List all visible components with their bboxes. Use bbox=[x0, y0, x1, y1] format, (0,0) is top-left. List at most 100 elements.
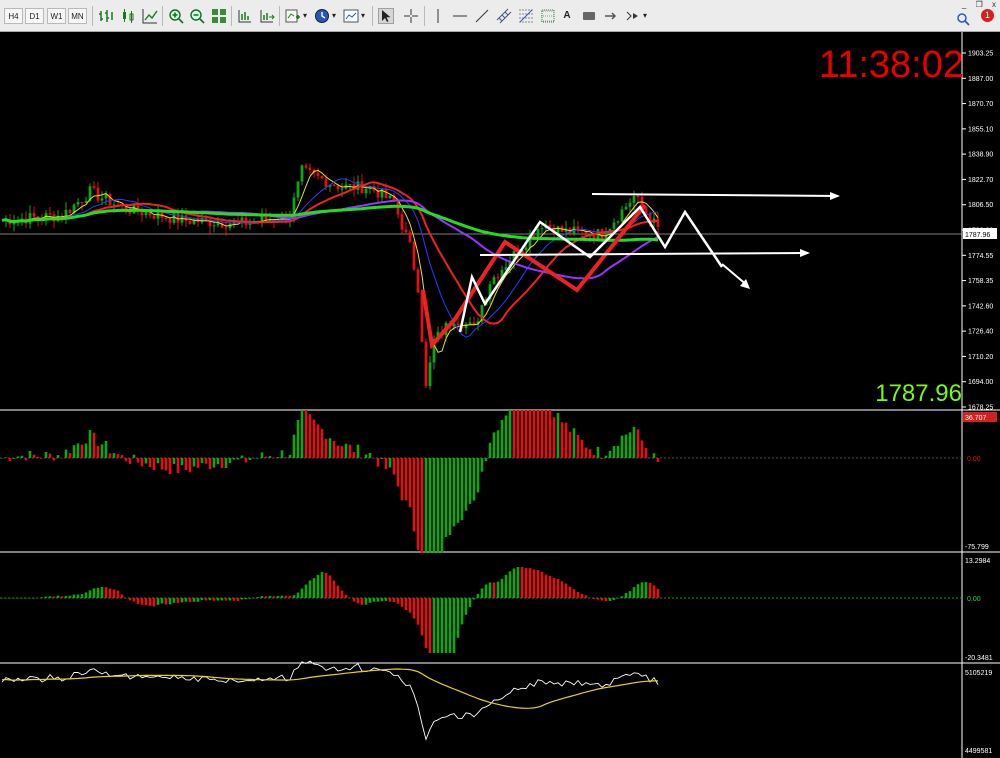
timeframe-d1-button[interactable]: D1 bbox=[25, 8, 44, 24]
timeframe-w1-button[interactable]: W1 bbox=[47, 8, 66, 24]
macd-bar bbox=[552, 417, 556, 458]
text-label-icon[interactable] bbox=[581, 8, 597, 24]
osma-bar bbox=[20, 598, 24, 599]
chevron-down-icon[interactable]: ▾ bbox=[331, 8, 337, 24]
text-tool-button[interactable]: A bbox=[560, 8, 574, 24]
osma-bar bbox=[124, 598, 128, 599]
macd-bar bbox=[560, 422, 564, 458]
templates-icon[interactable] bbox=[343, 8, 359, 24]
periods-clock-icon[interactable] bbox=[314, 8, 330, 24]
bar-chart-icon[interactable] bbox=[98, 8, 114, 24]
macd-bar bbox=[576, 434, 580, 458]
chevron-down-icon[interactable]: ▾ bbox=[360, 8, 366, 24]
trendline-icon[interactable] bbox=[474, 8, 490, 24]
close-button[interactable]: x bbox=[992, 0, 996, 9]
osma-bar bbox=[144, 598, 148, 606]
timeframe-h4-button[interactable]: H4 bbox=[4, 8, 23, 24]
osma-bar bbox=[348, 597, 352, 599]
notification-badge[interactable]: 1 bbox=[981, 9, 994, 22]
osma-bar bbox=[220, 598, 224, 601]
macd-bar bbox=[380, 458, 384, 460]
arrows-objects-icon[interactable] bbox=[625, 8, 641, 24]
macd-bar bbox=[216, 458, 220, 465]
osma-bar bbox=[416, 598, 420, 625]
osma-bar bbox=[364, 598, 368, 605]
macd-bar bbox=[444, 458, 448, 537]
candle-body bbox=[96, 187, 100, 201]
osma-bar bbox=[396, 598, 400, 604]
osma-bar bbox=[288, 595, 292, 598]
chart-area[interactable]: 1903.25 1887.00 1870.70 1855.10 1838.90 1822.… bbox=[0, 32, 1000, 758]
auto-scroll-icon[interactable] bbox=[259, 8, 275, 24]
osma-bar bbox=[516, 567, 520, 598]
osma-bar bbox=[52, 596, 56, 598]
macd-bar bbox=[436, 458, 440, 553]
osma-bar bbox=[32, 597, 36, 599]
osma-bar bbox=[100, 587, 104, 598]
price-axis-label: 1855.10 bbox=[968, 126, 993, 133]
osma-bar bbox=[320, 572, 324, 598]
restore-button[interactable]: ❐ bbox=[976, 0, 983, 9]
candle-body bbox=[320, 175, 324, 179]
chart-background bbox=[0, 32, 1000, 758]
candle-body bbox=[100, 198, 104, 201]
macd-bar bbox=[420, 458, 424, 553]
candle-body bbox=[540, 228, 544, 230]
osma-bar bbox=[656, 588, 660, 598]
macd-bar bbox=[564, 422, 568, 458]
cursor-tool-icon[interactable] bbox=[378, 8, 394, 24]
candle-body bbox=[364, 188, 368, 194]
horizontal-line-icon[interactable] bbox=[452, 8, 468, 24]
crosshair-icon[interactable] bbox=[403, 8, 419, 24]
clock-display: 11:38:02 bbox=[818, 44, 964, 86]
candle-body bbox=[28, 213, 32, 224]
osma-bar bbox=[304, 584, 308, 598]
osma-bar bbox=[272, 596, 276, 598]
osma-bar bbox=[612, 598, 616, 600]
macd-bar bbox=[496, 430, 500, 458]
macd-bar bbox=[20, 455, 24, 458]
osma-bar bbox=[488, 582, 492, 598]
macd-bar bbox=[132, 454, 136, 458]
chart-shift-icon[interactable] bbox=[237, 8, 253, 24]
toolbar-separator bbox=[279, 6, 280, 26]
indicators-icon[interactable] bbox=[285, 8, 301, 24]
arrow-mark-icon[interactable] bbox=[603, 8, 619, 24]
indicator1-mid-label: 0.00 bbox=[967, 456, 981, 463]
timeframe-mn-button[interactable]: MN bbox=[68, 8, 87, 24]
candlestick-chart-icon[interactable] bbox=[120, 8, 136, 24]
zoom-in-icon[interactable] bbox=[168, 8, 184, 24]
osma-bar bbox=[224, 598, 228, 601]
osma-bar bbox=[84, 592, 88, 598]
osma-bar bbox=[292, 595, 296, 598]
osma-bar bbox=[548, 575, 552, 598]
osma-bar bbox=[228, 598, 232, 601]
zoom-out-icon[interactable] bbox=[189, 8, 205, 24]
osma-bar bbox=[104, 587, 108, 598]
equidistant-channel-icon[interactable] bbox=[496, 8, 512, 24]
chevron-down-icon[interactable]: ▾ bbox=[642, 8, 648, 24]
osma-bar bbox=[96, 587, 100, 598]
osma-bar bbox=[512, 568, 516, 598]
osma-bar bbox=[336, 585, 340, 598]
tile-windows-icon[interactable] bbox=[211, 8, 227, 24]
osma-bar bbox=[252, 597, 256, 599]
vertical-line-icon[interactable] bbox=[430, 8, 446, 24]
price-axis-label: 1887.00 bbox=[968, 76, 993, 83]
fibonacci-icon[interactable] bbox=[518, 8, 534, 24]
macd-bar bbox=[584, 447, 588, 458]
candle-body bbox=[48, 213, 52, 215]
macd-bar bbox=[212, 458, 216, 468]
macd-bar bbox=[404, 458, 408, 501]
search-icon[interactable] bbox=[956, 12, 972, 28]
indicator1-top-label-fg: 36.707 bbox=[965, 415, 987, 422]
price-axis-label: 1822.70 bbox=[968, 177, 993, 184]
macd-bar bbox=[432, 458, 436, 553]
line-chart-icon[interactable] bbox=[142, 8, 158, 24]
osma-bar bbox=[372, 598, 376, 602]
minimize-button[interactable]: _ bbox=[962, 0, 966, 9]
macd-bar bbox=[296, 420, 300, 458]
fibonacci-fan-icon[interactable] bbox=[540, 8, 556, 24]
chevron-down-icon[interactable]: ▾ bbox=[302, 8, 308, 24]
osma-bar bbox=[136, 598, 140, 605]
